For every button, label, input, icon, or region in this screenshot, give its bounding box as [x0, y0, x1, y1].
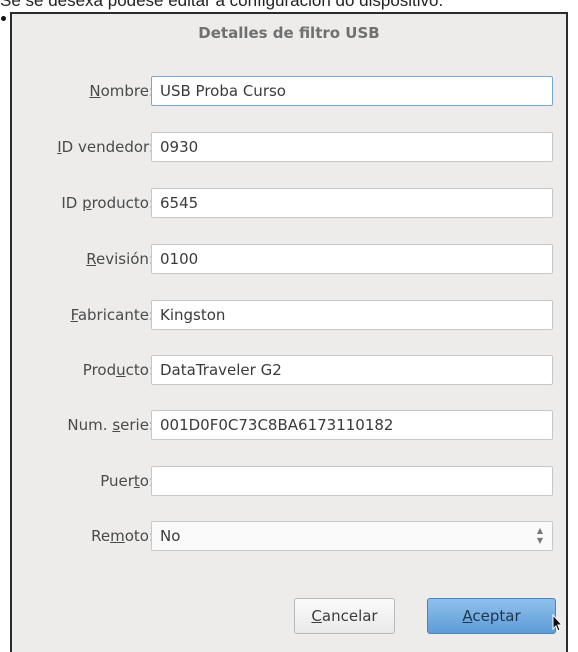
dialog-title: Detalles de filtro USB: [198, 24, 380, 42]
id-vendedor-input[interactable]: 0930: [151, 132, 553, 162]
remoto-label: Remoto:: [91, 527, 154, 545]
nombre-input[interactable]: USB Proba Curso: [151, 76, 553, 106]
id-vendedor-label: ID vendedor:: [57, 138, 154, 156]
revision-label: Revisión:: [86, 250, 154, 268]
cancel-button[interactable]: Cancelar: [294, 598, 395, 634]
producto-input[interactable]: DataTraveler G2: [151, 355, 553, 385]
puerto-label: Puerto:: [100, 472, 154, 490]
usb-filter-dialog: Detalles de filtro USB Nombre: USB Proba…: [10, 12, 568, 652]
spinner-arrows-icon: ▲ ▼: [536, 526, 544, 545]
id-producto-input[interactable]: 6545: [151, 188, 553, 218]
accept-button[interactable]: Aceptar: [427, 598, 556, 634]
mouse-pointer-icon: [552, 614, 562, 632]
nombre-label: Nombre:: [89, 82, 154, 100]
fabricante-input[interactable]: Kingston: [151, 300, 553, 330]
id-producto-label: ID producto:: [61, 194, 154, 212]
num-serie-label: Num. serie:: [67, 416, 154, 434]
puerto-input[interactable]: [151, 466, 553, 496]
remoto-select[interactable]: No ▲ ▼: [151, 521, 553, 551]
bullet: [1, 16, 6, 21]
top-caption: Se se desexa podese editar a configuraci…: [0, 0, 444, 10]
revision-input[interactable]: 0100: [151, 244, 553, 274]
fabricante-label: Fabricante:: [70, 306, 154, 324]
remoto-selected-value: No: [160, 527, 181, 545]
producto-label: Producto:: [82, 361, 154, 379]
num-serie-input[interactable]: 001D0F0C73C8BA6173110182: [151, 410, 553, 440]
